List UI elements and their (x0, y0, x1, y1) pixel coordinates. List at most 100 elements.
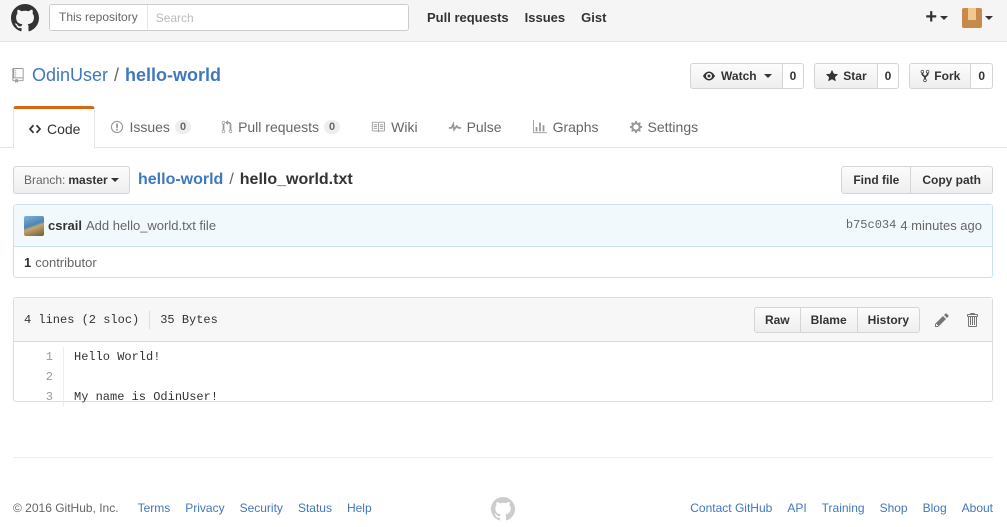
repo-name-link[interactable]: hello-world (125, 65, 221, 86)
star-button[interactable]: Star (814, 63, 878, 89)
tab-pulse[interactable]: Pulse (433, 106, 517, 147)
tab-wiki[interactable]: Wiki (355, 106, 432, 147)
code-line: 3 My name is OdinUser! (14, 387, 992, 407)
commit-time: 4 minutes ago (900, 218, 982, 233)
breadcrumb-separator: / (229, 171, 234, 188)
footer-link-privacy[interactable]: Privacy (185, 501, 224, 515)
tab-pull-requests[interactable]: Pull requests 0 (206, 106, 355, 147)
site-footer: © 2016 GitHub, Inc. Terms Privacy Securi… (13, 457, 993, 521)
footer-link-terms[interactable]: Terms (138, 501, 171, 515)
pull-requests-count-badge: 0 (324, 119, 341, 134)
eye-icon (703, 71, 716, 81)
footer-link-help[interactable]: Help (347, 501, 372, 515)
star-icon (826, 69, 839, 82)
caret-down-icon (110, 178, 119, 182)
trashcan-icon (967, 313, 978, 327)
header-nav: Pull requests Issues Gist (427, 10, 622, 25)
line-content: Hello World! (74, 350, 161, 364)
footer-right-links: Contact GitHub API Training Shop Blog Ab… (690, 501, 1007, 515)
code-icon (28, 124, 42, 133)
line-content: My name is OdinUser! (74, 390, 219, 404)
pull-request-icon (221, 119, 233, 133)
code-line: 2 (14, 367, 992, 387)
delete-file-button[interactable] (964, 312, 980, 328)
footer-link-status[interactable]: Status (298, 501, 332, 515)
footer-link-blog[interactable]: Blog (923, 501, 947, 515)
history-button[interactable]: History (857, 307, 920, 333)
issues-count-badge: 0 (174, 119, 192, 134)
line-number[interactable]: 3 (14, 387, 64, 407)
github-mark-icon[interactable] (491, 497, 515, 521)
search-input[interactable] (147, 5, 408, 30)
blame-button[interactable]: Blame (800, 307, 858, 333)
caret-down-icon (985, 15, 993, 20)
nav-issues[interactable]: Issues (525, 10, 565, 25)
star-label: Star (843, 69, 867, 83)
breadcrumb-repo-link[interactable]: hello-world (138, 171, 223, 189)
watch-count[interactable]: 0 (782, 63, 805, 89)
nav-gist[interactable]: Gist (581, 10, 606, 25)
file-view-buttons: Raw Blame History (753, 307, 920, 333)
tab-settings[interactable]: Settings (614, 106, 714, 147)
fork-button[interactable]: Fork (909, 63, 972, 89)
footer-link-shop[interactable]: Shop (880, 501, 908, 515)
gear-icon (629, 120, 642, 133)
github-logo-icon[interactable] (11, 4, 39, 32)
repo-owner-link[interactable]: OdinUser (32, 65, 108, 86)
contributors-count: 1 (24, 255, 32, 270)
tab-issues-label: Issues (129, 118, 170, 135)
footer-link-security[interactable]: Security (240, 501, 283, 515)
commit-tease: csrail Add hello_world.txt file b75c034 … (13, 204, 993, 278)
repo-title-separator: / (114, 65, 120, 85)
tab-code-label: Code (47, 120, 81, 137)
breadcrumb: hello-world / hello_world.txt (138, 171, 353, 189)
tab-graphs-label: Graphs (552, 118, 599, 135)
footer-link-api[interactable]: API (787, 501, 806, 515)
tab-issues[interactable]: Issues 0 (95, 106, 206, 147)
create-new-button[interactable]: + (925, 6, 948, 29)
watch-group: Watch 0 (690, 63, 805, 89)
star-group: Star 0 (814, 63, 900, 89)
repo-icon (12, 68, 24, 83)
repo-title: OdinUser / hello-world (12, 65, 221, 86)
raw-button[interactable]: Raw (753, 307, 801, 333)
file-nav-actions: Find file Copy path (841, 166, 993, 194)
caret-down-icon (763, 74, 772, 78)
edit-file-button[interactable] (934, 312, 950, 328)
site-header: This repository Pull requests Issues Gis… (0, 0, 1007, 42)
pulse-icon (448, 120, 461, 132)
file-actions: Raw Blame History (753, 307, 980, 333)
nav-pull-requests[interactable]: Pull requests (427, 10, 509, 25)
fork-count[interactable]: 0 (971, 63, 993, 89)
breadcrumb-file-name: hello_world.txt (239, 171, 353, 188)
commit-message-link[interactable]: Add hello_world.txt file (86, 218, 216, 233)
issue-icon (111, 120, 124, 133)
footer-link-training[interactable]: Training (822, 501, 865, 515)
star-count[interactable]: 0 (877, 63, 900, 89)
line-number[interactable]: 1 (14, 347, 64, 367)
watch-button[interactable]: Watch (690, 63, 783, 89)
tab-pulse-label: Pulse (466, 118, 502, 135)
header-user-actions: + (925, 6, 993, 29)
tab-wiki-label: Wiki (391, 118, 418, 135)
tab-graphs[interactable]: Graphs (517, 106, 614, 147)
user-menu-button[interactable] (962, 7, 993, 28)
caret-down-icon (940, 15, 948, 20)
file-header: 4 lines (2 sloc) 35 Bytes Raw Blame Hist… (14, 298, 992, 342)
tab-code[interactable]: Code (13, 106, 96, 149)
find-file-button[interactable]: Find file (841, 166, 912, 194)
graph-icon (532, 119, 547, 133)
commit-author-avatar[interactable] (24, 215, 44, 236)
commit-info: csrail Add hello_world.txt file b75c034 … (14, 205, 992, 247)
commit-meta: b75c034 4 minutes ago (846, 218, 982, 233)
footer-link-contact[interactable]: Contact GitHub (690, 501, 772, 515)
copy-path-button[interactable]: Copy path (911, 166, 993, 194)
contributors-summary[interactable]: 1 contributor (14, 247, 992, 278)
commit-sha-link[interactable]: b75c034 (846, 218, 896, 233)
user-avatar (962, 7, 982, 28)
footer-link-about[interactable]: About (962, 501, 993, 515)
branch-select-button[interactable]: Branch: master (13, 166, 130, 194)
line-number[interactable]: 2 (14, 367, 64, 387)
branch-prefix: Branch: (24, 173, 66, 187)
commit-author-link[interactable]: csrail (48, 218, 82, 233)
